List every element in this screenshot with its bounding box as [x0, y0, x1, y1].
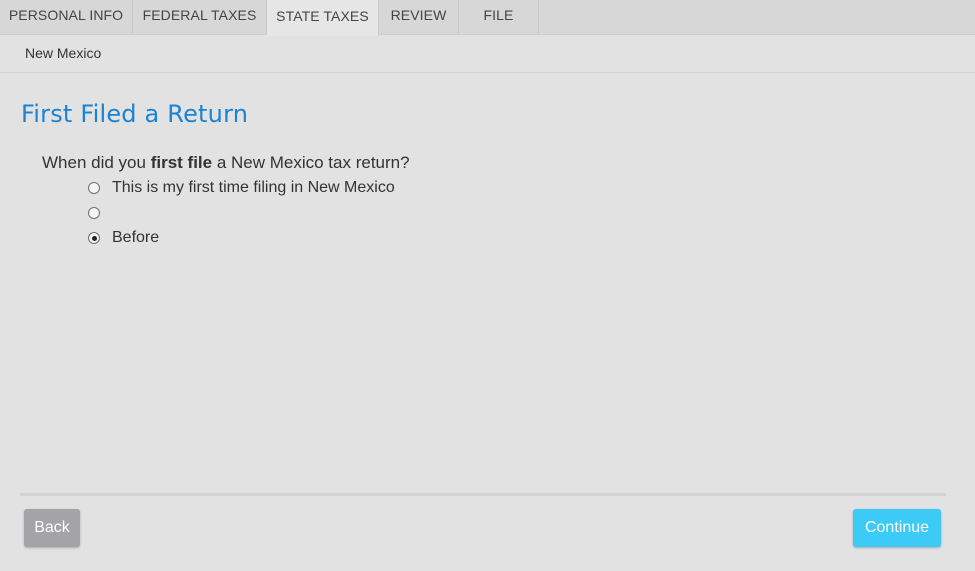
tab-review[interactable]: REVIEW — [379, 0, 459, 34]
tab-file[interactable]: FILE — [459, 0, 539, 34]
radio-first-time[interactable] — [88, 182, 100, 194]
tab-personal-info[interactable]: PERSONAL INFO — [0, 0, 133, 34]
option-unlabeled[interactable] — [88, 203, 112, 223]
option-before-label[interactable]: Before — [112, 229, 159, 247]
page-title: First Filed a Return — [21, 100, 249, 128]
footer-divider — [20, 493, 946, 496]
question-suffix: a New Mexico tax return? — [212, 153, 410, 172]
radio-unlabeled[interactable] — [88, 207, 100, 219]
question-prefix: When did you — [42, 153, 151, 172]
continue-button[interactable]: Continue — [853, 509, 941, 547]
option-before[interactable]: Before — [88, 228, 159, 248]
option-first-time[interactable]: This is my first time filing in New Mexi… — [88, 178, 395, 198]
question-emphasis: first file — [150, 153, 213, 172]
subnav-state-label[interactable]: New Mexico — [25, 45, 101, 61]
tab-state-taxes[interactable]: STATE TAXES — [267, 0, 379, 36]
top-nav-tabs: PERSONAL INFO FEDERAL TAXES STATE TAXES … — [0, 0, 975, 36]
option-first-time-label[interactable]: This is my first time filing in New Mexi… — [112, 179, 395, 197]
radio-before[interactable] — [88, 232, 100, 244]
question-text: When did you first file a New Mexico tax… — [42, 153, 410, 173]
tab-federal-taxes[interactable]: FEDERAL TAXES — [133, 0, 267, 34]
back-button[interactable]: Back — [24, 509, 80, 547]
sub-navigation: New Mexico — [0, 35, 975, 73]
